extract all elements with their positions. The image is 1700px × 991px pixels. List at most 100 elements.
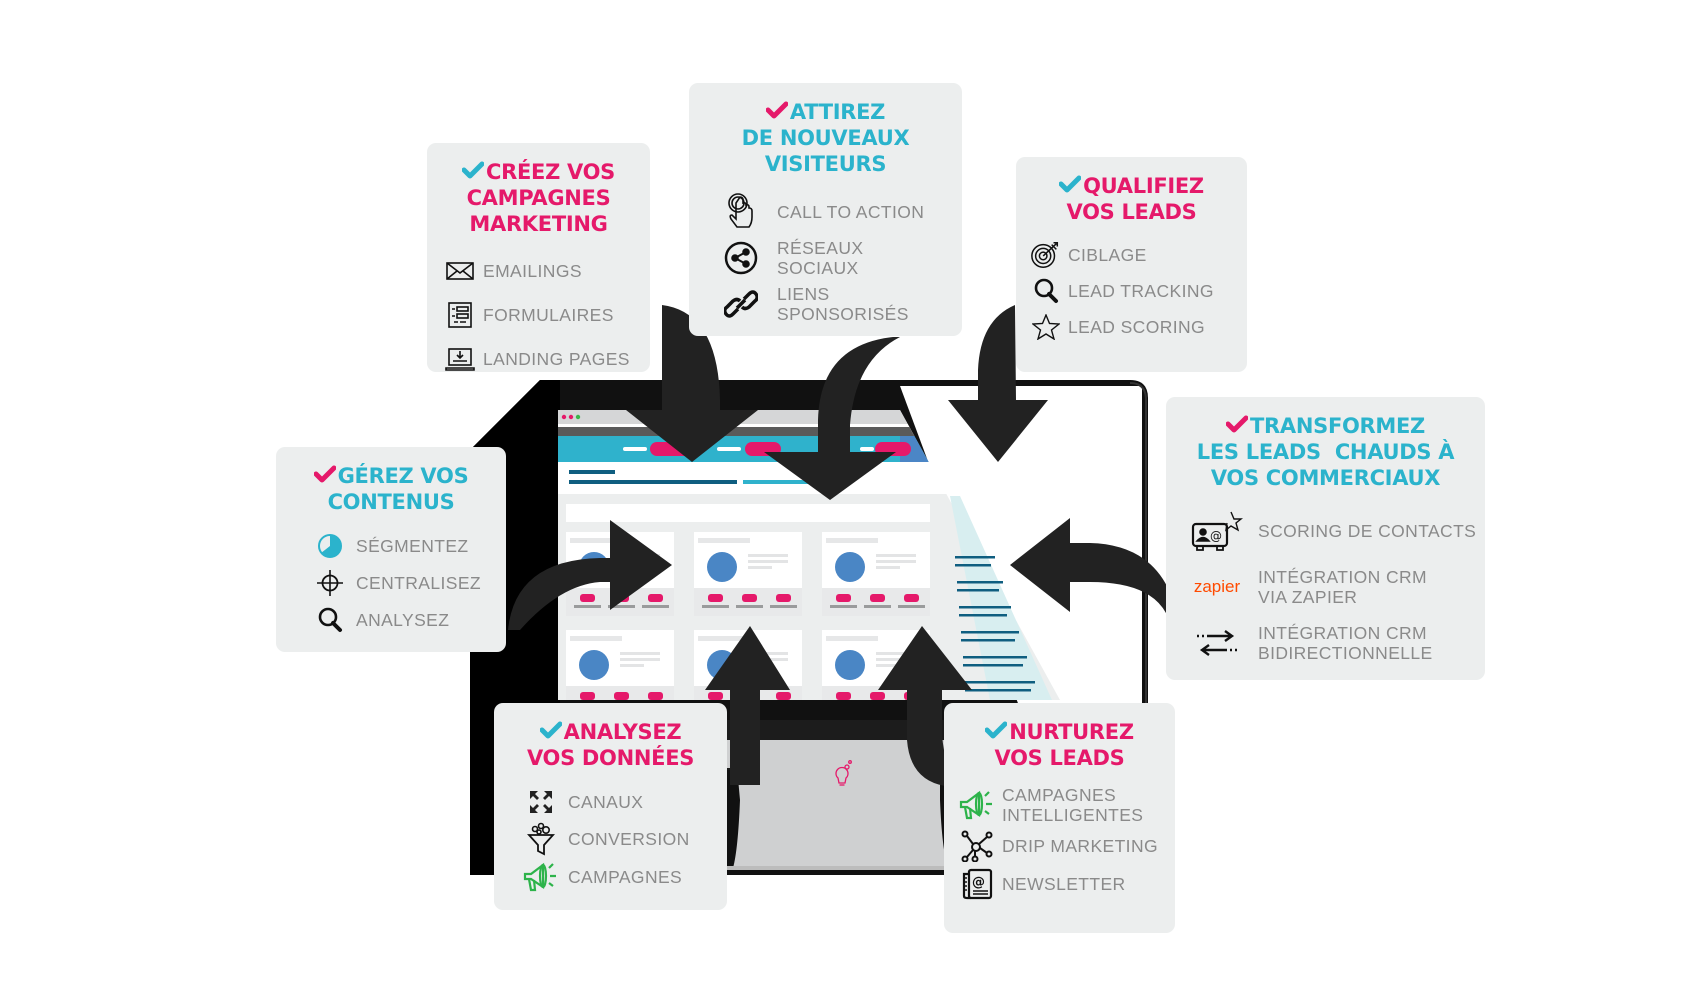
title-text: CAMPAGNES xyxy=(466,186,611,210)
title-line: ANALYSEZ xyxy=(494,719,727,745)
feature-box-attirez: ATTIREZ DE NOUVEAUX VISITEURS CALL TO ACTIO… xyxy=(689,83,962,336)
feature-list-item: LIENS SPONSORISÉS xyxy=(711,283,962,325)
title-text: MARKETING xyxy=(469,212,608,236)
feature-list-item: @ SCORING DE CONTACTS xyxy=(1182,505,1485,557)
title-text: ANALYSEZ xyxy=(563,720,682,744)
feature-box-title: QUALIFIEZ VOS LEADS xyxy=(1016,173,1247,225)
title-line: TRANSFORMEZ xyxy=(1166,413,1485,439)
feature-list-item: ANALYSEZ xyxy=(310,603,506,636)
checkmark-icon xyxy=(1226,414,1250,438)
target-icon xyxy=(1030,240,1062,270)
feature-label: INTÉGRATION CRM VIA ZAPIER xyxy=(1258,567,1428,607)
title-line: CAMPAGNES xyxy=(427,185,650,211)
feature-list: SÉGMENTEZ CENTRALISEZ ANALYSEZ xyxy=(276,529,506,636)
feature-label: EMAILINGS xyxy=(483,261,582,281)
feature-label: SÉGMENTEZ xyxy=(356,535,469,556)
pie-segment-icon xyxy=(310,533,350,559)
title-text: VISITEURS xyxy=(764,152,887,176)
feature-box-analysez: ANALYSEZ VOS DONNÉES CANAUX CONVERSION CAMPA… xyxy=(494,703,727,910)
arrow-from-transformez xyxy=(1010,518,1180,632)
feature-list-item: CONVERSION xyxy=(520,822,727,856)
feature-box-title: GÉREZ VOS CONTENUS xyxy=(276,463,506,515)
title-line: VOS DONNÉES xyxy=(494,745,727,771)
feature-list-item: RÉSEAUX SOCIAUX xyxy=(711,237,962,279)
feature-list-item: FORMULAIRES xyxy=(443,295,650,335)
feature-list: CIBLAGE LEAD TRACKING LEAD SCORING xyxy=(1016,239,1247,343)
title-text: DE NOUVEAUX xyxy=(741,126,910,150)
form-icon xyxy=(443,302,477,328)
feature-list-item: CALL TO ACTION xyxy=(711,191,962,233)
title-line: DE NOUVEAUX xyxy=(689,125,962,151)
title-text: VOS LEADS xyxy=(994,746,1125,770)
feature-list: @ SCORING DE CONTACTS zapier INTÉGRATION CR… xyxy=(1166,505,1485,669)
feature-label: CENTRALISEZ xyxy=(356,572,481,593)
title-text: TRANSFORMEZ xyxy=(1250,414,1425,438)
expand-arrows-icon xyxy=(520,790,562,814)
title-text: NURTUREZ xyxy=(1009,720,1134,744)
feature-label: CAMPAGNES xyxy=(568,867,683,887)
checkmark-icon xyxy=(985,720,1009,744)
title-line: QUALIFIEZ xyxy=(1016,173,1247,199)
feature-list-item: CAMPAGNES xyxy=(520,860,727,894)
star-icon xyxy=(1030,314,1062,340)
feature-label: CALL TO ACTION xyxy=(777,202,925,222)
feature-label: LEAD SCORING xyxy=(1068,317,1206,337)
feature-label: ANALYSEZ xyxy=(356,609,450,630)
feature-list-item: LEAD TRACKING xyxy=(1030,275,1247,307)
svg-text:@: @ xyxy=(972,875,985,890)
contact-card-star-icon: @ xyxy=(1182,510,1252,552)
title-text: VOS LEADS xyxy=(1066,200,1197,224)
title-line: CONTENUS xyxy=(276,489,506,515)
feature-label: CANAUX xyxy=(568,791,644,812)
crosshair-icon xyxy=(310,569,350,597)
arrow-from-attirez xyxy=(764,337,900,500)
feature-box-title: CRÉEZ VOS CAMPAGNES MARKETING xyxy=(427,159,650,237)
arrow-from-gerez xyxy=(508,520,672,630)
title-line: VOS COMMERCIAUX xyxy=(1166,465,1485,491)
feature-list: CAMPAGNES INTELLIGENTES DRIP MARKETING @ NE… xyxy=(944,785,1175,901)
feature-box-transformez: TRANSFORMEZ LES LEADS CHAUDS À VOS COMMERC… xyxy=(1166,397,1485,680)
title-text: CONTENUS xyxy=(327,490,455,514)
title-text: VOS COMMERCIAUX xyxy=(1210,466,1441,490)
zapier-logo-text: zapier xyxy=(1193,577,1241,596)
feature-label: INTÉGRATION CRM BIDIRECTIONNELLE xyxy=(1258,623,1433,663)
feature-list-item: LANDING PAGES xyxy=(443,339,650,379)
title-line: VOS LEADS xyxy=(944,745,1175,771)
feature-label: LIENS SPONSORISÉS xyxy=(777,284,909,324)
title-text: GÉREZ VOS xyxy=(337,464,469,488)
feature-label: SCORING DE CONTACTS xyxy=(1258,521,1477,541)
feature-list-item: CENTRALISEZ xyxy=(310,566,506,599)
feature-box-creez: CRÉEZ VOS CAMPAGNES MARKETING EMAILINGS FORM… xyxy=(427,143,650,372)
feature-label: LANDING PAGES xyxy=(483,349,630,369)
feature-box-qualifiez: QUALIFIEZ VOS LEADS CIBLAGE LEAD TRACKING LE… xyxy=(1016,157,1247,372)
title-line: LES LEADS CHAUDS À xyxy=(1166,439,1485,465)
feature-list: CANAUX CONVERSION CAMPAGNES xyxy=(494,785,727,894)
checkmark-icon xyxy=(765,100,790,124)
feature-list-item: EMAILINGS xyxy=(443,251,650,291)
checkmark-icon xyxy=(462,160,486,184)
title-line: CRÉEZ VOS xyxy=(427,159,650,185)
checkmark-icon xyxy=(539,720,564,744)
title-line: VOS LEADS xyxy=(1016,199,1247,225)
title-line: VISITEURS xyxy=(689,151,962,177)
title-text: CRÉEZ VOS xyxy=(486,160,615,184)
feature-list-item: LEAD SCORING xyxy=(1030,311,1247,343)
magnifier-icon xyxy=(1030,277,1062,305)
feature-box-title: ATTIREZ DE NOUVEAUX VISITEURS xyxy=(689,99,962,177)
feature-list-item: INTÉGRATION CRM BIDIRECTIONNELLE xyxy=(1182,617,1485,669)
feature-list-item: zapier INTÉGRATION CRM VIA ZAPIER xyxy=(1182,561,1485,613)
title-text: VOS DONNÉES xyxy=(526,746,695,770)
feature-list-item: SÉGMENTEZ xyxy=(310,529,506,562)
feature-list-item: CANAUX xyxy=(520,785,727,818)
feature-label: DRIP MARKETING xyxy=(1002,836,1158,856)
title-text: QUALIFIEZ xyxy=(1083,174,1204,198)
checkmark-icon xyxy=(313,464,338,488)
feature-list: CALL TO ACTION RÉSEAUX SOCIAUX LIENS SPONS… xyxy=(689,191,962,325)
feature-label: CIBLAGE xyxy=(1068,245,1147,265)
feature-box-title: NURTUREZ VOS LEADS xyxy=(944,719,1175,771)
envelope-icon xyxy=(443,261,477,281)
feature-label: FORMULAIRES xyxy=(483,305,614,325)
share-icon xyxy=(711,241,771,275)
megaphone-icon xyxy=(520,860,562,894)
network-nodes-icon xyxy=(958,830,996,862)
